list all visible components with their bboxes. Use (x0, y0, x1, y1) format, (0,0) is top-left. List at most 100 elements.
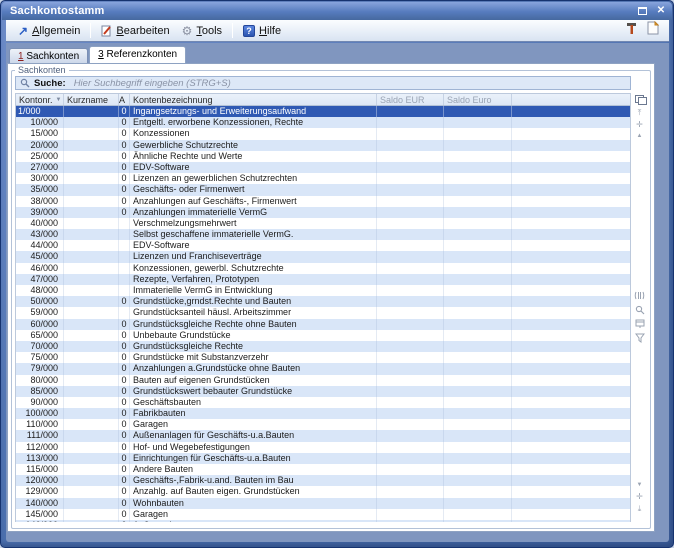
cell-empty[interactable] (512, 386, 630, 397)
header-kontenbezeichnung[interactable]: Kontenbezeichnung (130, 94, 377, 105)
cell-empty[interactable] (512, 442, 630, 453)
cell-empty[interactable] (512, 296, 630, 307)
cell-kontenbezeichnung[interactable]: Unbebaute Grundstücke (130, 330, 377, 341)
cell-kontonr[interactable]: 120/000 (16, 475, 64, 486)
cell-kontonr[interactable]: 35/000 (16, 184, 64, 195)
cell-kontonr[interactable]: 65/000 (16, 330, 64, 341)
cell-kurzname[interactable] (64, 274, 119, 285)
cell-kontenbezeichnung[interactable]: Konzessionen (130, 128, 377, 139)
cell-saldo-euro[interactable] (444, 486, 512, 497)
cell-kurzname[interactable] (64, 263, 119, 274)
cell-a[interactable]: 0 (119, 486, 130, 497)
cell-a[interactable]: 0 (119, 363, 130, 374)
cell-saldo-euro[interactable] (444, 151, 512, 162)
cell-a[interactable]: 0 (119, 140, 130, 151)
table-row[interactable]: 79/0000Anzahlungen a.Grundstücke ohne Ba… (16, 363, 630, 374)
cell-saldo-eur[interactable] (377, 464, 444, 475)
cell-empty[interactable] (512, 486, 630, 497)
cell-a[interactable]: 0 (119, 509, 130, 520)
cell-empty[interactable] (512, 240, 630, 251)
cell-kontenbezeichnung[interactable]: Lizenzen an gewerblichen Schutzrechten (130, 173, 377, 184)
table-row[interactable]: 39/0000Anzahlungen immaterielle VermG (16, 207, 630, 218)
cell-kontonr[interactable]: 40/000 (16, 218, 64, 229)
cell-kontenbezeichnung[interactable]: EDV-Software (130, 240, 377, 251)
cell-saldo-euro[interactable] (444, 475, 512, 486)
cell-a[interactable] (119, 274, 130, 285)
cell-empty[interactable] (512, 475, 630, 486)
cell-empty[interactable] (512, 106, 630, 117)
cell-kontonr[interactable]: 146/000 (16, 520, 64, 522)
cell-kontenbezeichnung[interactable]: Bauten auf eigenen Grundstücken (130, 375, 377, 386)
cell-empty[interactable] (512, 117, 630, 128)
cell-a[interactable]: 0 (119, 196, 130, 207)
cell-saldo-euro[interactable] (444, 419, 512, 430)
cell-empty[interactable] (512, 151, 630, 162)
cell-kurzname[interactable] (64, 240, 119, 251)
cell-saldo-eur[interactable] (377, 453, 444, 464)
cell-kontenbezeichnung[interactable]: Wohnbauten (130, 498, 377, 509)
cell-saldo-eur[interactable] (377, 498, 444, 509)
cell-kontonr[interactable]: 140/000 (16, 498, 64, 509)
cell-saldo-eur[interactable] (377, 375, 444, 386)
tab-referenzkonten[interactable]: 3 Referenzkonten (89, 46, 186, 63)
table-row[interactable]: 85/0000Grundstückswert bebauter Grundstü… (16, 386, 630, 397)
cell-kontonr[interactable]: 43/000 (16, 229, 64, 240)
cell-a[interactable] (119, 229, 130, 240)
menu-hilfe[interactable]: ? Hilfe (237, 23, 287, 39)
cell-kontenbezeichnung[interactable]: Anzahlungen auf Geschäfts-, Firmenwert (130, 196, 377, 207)
table-row[interactable]: 44/000EDV-Software (16, 240, 630, 251)
cell-empty[interactable] (512, 520, 630, 522)
cell-kontenbezeichnung[interactable]: Garagen (130, 509, 377, 520)
cell-kontonr[interactable]: 25/000 (16, 151, 64, 162)
table-row[interactable]: 120/0000Geschäfts-,Fabrik-u.and. Bauten … (16, 475, 630, 486)
cell-saldo-euro[interactable] (444, 442, 512, 453)
cell-kontenbezeichnung[interactable]: Geschäfts-,Fabrik-u.and. Bauten im Bau (130, 475, 377, 486)
cell-empty[interactable] (512, 263, 630, 274)
cell-saldo-eur[interactable] (377, 430, 444, 441)
cell-kurzname[interactable] (64, 397, 119, 408)
cell-empty[interactable] (512, 207, 630, 218)
header-kontonr[interactable]: Kontonr.▼ (16, 94, 64, 105)
cell-saldo-eur[interactable] (377, 207, 444, 218)
table-row[interactable]: 59/000Grundstücksanteil häusl. Arbeitszi… (16, 307, 630, 318)
cell-kontenbezeichnung[interactable]: Gewerbliche Schutzrechte (130, 140, 377, 151)
table-row[interactable]: 111/0000Außenanlagen für Geschäfts-u.a.B… (16, 430, 630, 441)
cell-kurzname[interactable] (64, 307, 119, 318)
table-row[interactable]: 75/0000Grundstücke mit Substanzverzehr (16, 352, 630, 363)
cell-empty[interactable] (512, 408, 630, 419)
fit-columns-button[interactable] (634, 290, 645, 301)
table-row[interactable]: 43/000 Selbst geschaffene immaterielle Ve… (16, 229, 630, 240)
cell-kontenbezeichnung[interactable]: Grundstücke mit Substanzverzehr (130, 352, 377, 363)
cell-kontenbezeichnung[interactable]: Selbst geschaffene immaterielle VermG. (130, 229, 377, 240)
cell-kontonr[interactable]: 20/000 (16, 140, 64, 151)
cell-a[interactable] (119, 263, 130, 274)
cell-kontonr[interactable]: 111/000 (16, 430, 64, 441)
cell-empty[interactable] (512, 498, 630, 509)
cell-kontenbezeichnung[interactable]: Geschäftsbauten (130, 397, 377, 408)
cell-empty[interactable] (512, 162, 630, 173)
cell-empty[interactable] (512, 140, 630, 151)
cell-kontonr[interactable]: 48/000 (16, 285, 64, 296)
filter-button[interactable] (634, 332, 645, 343)
cell-empty[interactable] (512, 509, 630, 520)
cell-saldo-eur[interactable] (377, 319, 444, 330)
cell-kontonr[interactable]: 70/000 (16, 341, 64, 352)
cell-saldo-euro[interactable] (444, 140, 512, 151)
cell-kurzname[interactable] (64, 475, 119, 486)
cell-empty[interactable] (512, 453, 630, 464)
cell-saldo-euro[interactable] (444, 229, 512, 240)
cell-saldo-euro[interactable] (444, 251, 512, 262)
cell-empty[interactable] (512, 330, 630, 341)
cell-empty[interactable] (512, 184, 630, 195)
cell-a[interactable] (119, 307, 130, 318)
cell-empty[interactable] (512, 285, 630, 296)
cell-saldo-euro[interactable] (444, 397, 512, 408)
cell-saldo-euro[interactable] (444, 352, 512, 363)
cell-saldo-euro[interactable] (444, 408, 512, 419)
cell-saldo-euro[interactable] (444, 363, 512, 374)
cell-saldo-eur[interactable] (377, 117, 444, 128)
cell-a[interactable]: 0 (119, 341, 130, 352)
table-row[interactable]: 140/0000Wohnbauten (16, 498, 630, 509)
cell-saldo-euro[interactable] (444, 319, 512, 330)
cell-a[interactable]: 0 (119, 453, 130, 464)
